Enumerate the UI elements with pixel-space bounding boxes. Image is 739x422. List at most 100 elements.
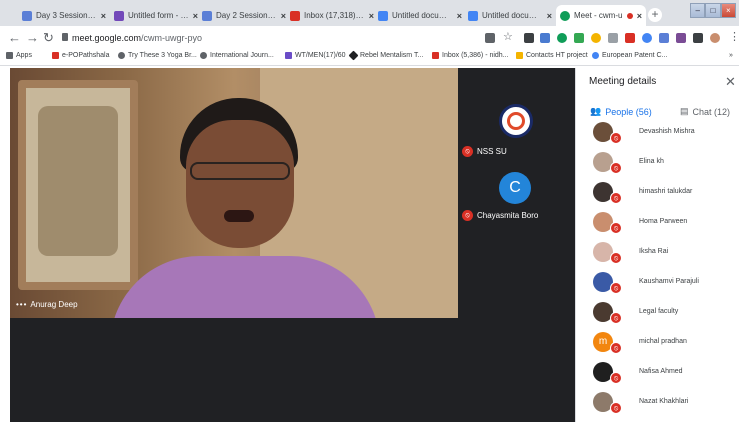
extension-icon[interactable] xyxy=(642,33,652,43)
participant-name: michal pradhan xyxy=(639,338,687,345)
bookmark-item[interactable]: Inbox (5,386) - nidh... xyxy=(432,52,509,59)
extension-icon[interactable] xyxy=(659,33,669,43)
participant-tile[interactable]: ⦸ NSS SU xyxy=(458,68,575,164)
puzzle-icon[interactable] xyxy=(693,33,703,43)
tab-chat[interactable]: ▤ Chat (12) xyxy=(680,106,730,117)
extension-icon[interactable] xyxy=(676,33,686,43)
docs-favicon-icon xyxy=(202,10,212,21)
profile-avatar[interactable] xyxy=(710,33,720,43)
extension-icon[interactable] xyxy=(524,33,534,43)
mic-off-icon: ⦸ xyxy=(610,222,622,234)
browser-tab[interactable]: Untitled documen × xyxy=(464,5,556,26)
extension-icon[interactable] xyxy=(540,33,550,43)
bookmark-item[interactable]: Rebel Mentalism T... xyxy=(348,50,423,61)
tile-name: Chayasmita Boro xyxy=(477,211,539,220)
speaking-dots-icon: ••• xyxy=(16,300,28,309)
browser-tab-active[interactable]: Meet - cwm-u × xyxy=(556,5,646,26)
reload-icon[interactable]: ↻ xyxy=(43,30,54,46)
maximize-button[interactable]: □ xyxy=(705,3,721,18)
participant-name: Homa Parween xyxy=(639,218,688,225)
new-tab-button[interactable]: + xyxy=(648,8,662,22)
extension-icon[interactable] xyxy=(625,33,635,43)
menu-dots-icon[interactable]: ⋮ xyxy=(729,29,739,45)
close-icon[interactable]: ✕ xyxy=(725,74,736,90)
bookmark-apps[interactable]: Apps xyxy=(6,52,32,59)
bookmark-label: Apps xyxy=(16,52,32,59)
globe-icon xyxy=(200,52,207,59)
list-item[interactable]: ⦸ Nafisa Ahmed xyxy=(576,360,739,390)
browser-tab[interactable]: Untitled form - Go × xyxy=(110,5,202,26)
forms-favicon-icon xyxy=(114,10,124,21)
gmail-icon xyxy=(432,52,439,59)
list-item[interactable]: ⦸ Nazat Khakhlari xyxy=(576,390,739,420)
url-host: meet.google.com xyxy=(72,33,142,43)
bookmark-item[interactable]: International Journ... xyxy=(200,52,274,59)
bookmark-label: Contacts HT project xyxy=(526,52,588,59)
globe-icon xyxy=(118,52,125,59)
participant-list[interactable]: ⦸ Devashish Mishra ⦸ Elina kh ⦸ himashri… xyxy=(576,122,739,422)
browser-tab[interactable]: Untitled documen × xyxy=(374,5,466,26)
tab-people[interactable]: 👥 People (56) xyxy=(590,106,652,117)
bookmark-item[interactable]: Contacts HT project xyxy=(516,52,588,59)
participant-name: himashri talukdar xyxy=(639,188,693,195)
tab-close-icon[interactable]: × xyxy=(101,11,106,21)
extension-icon[interactable] xyxy=(574,33,584,43)
extension-icon[interactable] xyxy=(608,33,618,43)
browser-tab[interactable]: Day 3 Session -1 - × xyxy=(18,5,110,26)
address-bar[interactable]: meet.google.com/cwm-uwgr-pyo xyxy=(72,33,202,43)
star-icon[interactable]: ☆ xyxy=(503,29,513,45)
minimize-button[interactable]: – xyxy=(690,3,706,18)
more-bookmarks-icon[interactable]: » xyxy=(729,52,733,59)
browser-tab[interactable]: Inbox (17,318) - nu × xyxy=(286,5,378,26)
list-item[interactable]: ⦸ himashri talukdar xyxy=(576,180,739,210)
participant-name: Kaushamvi Parajuli xyxy=(639,278,699,285)
participant-name: Devashish Mishra xyxy=(639,128,695,135)
list-item[interactable]: ⦸ Devashish Mishra xyxy=(576,122,739,150)
speaker-name: Anurag Deep xyxy=(30,300,78,309)
extension-icon[interactable] xyxy=(591,33,601,43)
meeting-details-panel: Meeting details ✕ 👥 People (56) ▤ Chat (… xyxy=(575,68,739,422)
tab-title: Untitled documen xyxy=(482,11,543,20)
participant-tile[interactable]: C ⦸ Chayasmita Boro xyxy=(458,164,575,230)
forward-arrow-icon[interactable]: → xyxy=(26,30,39,46)
window-controls: – □ × xyxy=(690,3,736,18)
mic-off-icon: ⦸ xyxy=(610,342,622,354)
nss-emblem-icon xyxy=(499,104,533,138)
list-item[interactable]: ⦸ Legal faculty xyxy=(576,300,739,330)
extension-icon[interactable] xyxy=(557,33,567,43)
bookmark-item[interactable]: WT/MEN(17)/60 xyxy=(285,52,346,59)
tab-title: Untitled documen xyxy=(392,11,453,20)
list-item[interactable]: ⦸ Kaushamvi Parajuli xyxy=(576,270,739,300)
bookmark-label: International Journ... xyxy=(210,52,274,59)
bookmark-item[interactable]: European Patent C... xyxy=(592,52,667,59)
mic-off-icon: ⦸ xyxy=(610,312,622,324)
back-arrow-icon[interactable]: ← xyxy=(8,30,21,46)
bookmark-label: WT/MEN(17)/60 xyxy=(295,52,346,59)
tab-close-icon[interactable]: × xyxy=(457,11,462,21)
docs-favicon-icon xyxy=(378,10,388,21)
tab-close-icon[interactable]: × xyxy=(637,11,642,21)
tab-title: Day 3 Session -1 - xyxy=(36,11,97,20)
mic-off-icon: ⦸ xyxy=(610,402,622,414)
tab-title: Untitled form - Go xyxy=(128,11,189,20)
list-item[interactable]: ⦸ Elina kh xyxy=(576,150,739,180)
list-item[interactable]: m ⦸ michal pradhan xyxy=(576,330,739,360)
mic-off-icon: ⦸ xyxy=(462,210,473,221)
camera-icon[interactable] xyxy=(485,33,495,43)
bookmark-item[interactable]: e-POPathshala xyxy=(52,52,109,59)
participant-name: Nazat Khakhlari xyxy=(639,398,689,405)
tab-close-icon[interactable]: × xyxy=(547,11,552,21)
list-item[interactable]: ⦸ Iksha Rai xyxy=(576,240,739,270)
window-close-button[interactable]: × xyxy=(720,3,736,18)
main-speaker-video[interactable]: ••• Anurag Deep xyxy=(10,68,458,318)
tab-people-label: People (56) xyxy=(605,106,652,117)
mic-off-icon: ⦸ xyxy=(610,162,622,174)
mic-off-icon: ⦸ xyxy=(610,192,622,204)
list-item[interactable]: ⦸ Homa Parween xyxy=(576,210,739,240)
browser-tab[interactable]: Day 2 Session -1 - × xyxy=(198,5,290,26)
people-icon: 👥 xyxy=(590,106,602,116)
mic-off-icon: ⦸ xyxy=(610,132,622,144)
panel-title: Meeting details xyxy=(589,76,657,87)
tile-name-row: ⦸ NSS SU xyxy=(462,146,507,157)
bookmark-item[interactable]: Try These 3 Yoga Br... xyxy=(118,52,197,59)
